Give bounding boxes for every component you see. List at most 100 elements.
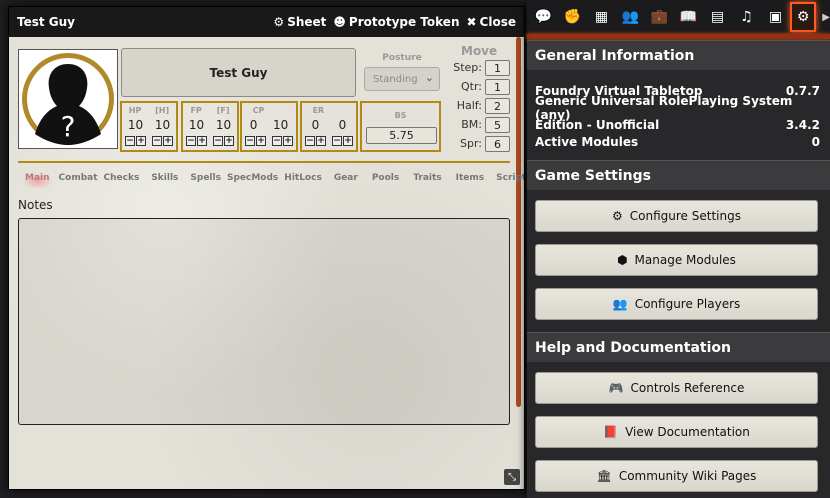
stat-label: BS [394,111,407,120]
configure-players-button[interactable]: 👥 Configure Players [535,288,818,320]
stat-fp: FP [F] 10 10 − + − + [181,101,239,152]
plus-button[interactable]: + [136,136,146,146]
gear-icon: ⚙ [273,15,285,29]
plus-button[interactable]: + [316,136,326,146]
items-suitcase-icon: 💼 [650,9,669,25]
minus-button[interactable]: − [245,136,255,146]
minus-button[interactable]: − [272,136,282,146]
plus-button[interactable]: + [283,136,293,146]
character-portrait[interactable]: ? [18,49,118,149]
minus-button[interactable]: − [332,136,342,146]
controls-reference-button[interactable]: 🎮 Controls Reference [535,372,818,404]
plus-button[interactable]: + [256,136,266,146]
basic-speed-value[interactable]: 5.75 [366,127,437,144]
stat-value[interactable]: 10 [189,118,204,132]
section-game-settings: Game Settings [527,160,830,190]
sidebar-tab-tables[interactable]: ▤ [703,2,732,32]
stat-value[interactable]: 0 [250,118,258,132]
tab-spells[interactable]: Spells [190,173,221,189]
sidebar-tab-items[interactable]: 💼 [645,2,674,32]
journal-book-icon: 📖 [679,9,698,25]
sheet-header[interactable]: Test Guy ⚙ Sheet ☻ Prototype Token ✖ Clo… [9,7,524,37]
minus-button[interactable]: − [305,136,315,146]
minus-button[interactable]: − [186,136,196,146]
tab-gear[interactable]: Gear [334,173,358,189]
move-row-step: Step: 1 [449,59,510,76]
plus-button[interactable]: + [343,136,353,146]
manage-modules-button[interactable]: ⬢ Manage Modules [535,244,818,276]
sidebar-tab-chat[interactable]: 💬 [529,2,558,32]
tab-hitlocs[interactable]: HitLocs [284,173,322,189]
move-label: Step: [453,61,482,74]
tab-pools[interactable]: Pools [372,173,399,189]
view-documentation-button[interactable]: 📕 View Documentation [535,416,818,448]
configure-settings-button[interactable]: ⚙ Configure Settings [535,200,818,232]
close-button[interactable]: ✖ Close [466,15,516,29]
minus-button[interactable]: − [152,136,162,146]
info-row: Generic Universal RolePlaying System (an… [535,94,820,122]
move-row-qtr: Qtr: 1 [449,78,510,95]
stat-value[interactable]: 10 [155,118,170,132]
prototype-token-button[interactable]: ☻ Prototype Token [333,15,459,29]
sidebar-tab-actors[interactable]: 👥 [616,2,645,32]
sheet-button[interactable]: ⚙ Sheet [273,15,326,29]
gamepad-icon: 🎮 [608,381,624,395]
plus-button[interactable]: + [224,136,234,146]
button-label: Community Wiki Pages [618,469,757,483]
posture-select[interactable]: Standing ⌄ [364,67,440,91]
tab-scripts[interactable]: Scripts [496,173,524,189]
sheet-body: ? Test Guy Posture Standing ⌄ Move Step:… [9,37,524,489]
sheet-scrollbar[interactable] [516,37,521,407]
info-row: Active Modules 0 [535,133,820,150]
close-icon: ✖ [466,15,477,29]
minus-button[interactable]: − [213,136,223,146]
collapse-sidebar-icon[interactable]: ▶ [822,12,830,23]
resize-handle-icon[interactable]: ⤡ [504,469,520,485]
move-label: Half: [456,99,482,112]
tab-combat[interactable]: Combat [59,173,98,189]
button-label: Configure Players [634,297,741,311]
stat-cp: CP 0 10 − + − + [240,101,298,152]
sidebar: 💬 ✊ ▦ 👥 💼 📖 ▤ ♫ ▣ ⚙ ▶ General Informatio… [527,0,830,498]
sidebar-tab-journal[interactable]: 📖 [674,2,703,32]
stat-label: [H] [155,106,170,115]
university-icon: 🏛 [596,469,612,483]
tab-main[interactable]: Main [22,173,53,189]
tab-skills[interactable]: Skills [151,173,178,189]
stat-bs: BS 5.75 [360,101,441,152]
stat-value[interactable]: 10 [273,118,288,132]
close-label: Close [479,15,516,29]
move-row-half: Half: 2 [449,97,510,114]
map-icon: ▦ [594,9,609,25]
plus-button[interactable]: + [163,136,173,146]
stat-label: FP [190,106,202,115]
plus-button[interactable]: + [197,136,207,146]
sidebar-tab-compendium[interactable]: ▣ [761,2,790,32]
tables-icon: ▤ [710,9,725,25]
move-label: BM: [461,118,482,131]
sidebar-tab-scenes[interactable]: ▦ [587,2,616,32]
notes-textarea[interactable] [18,218,510,425]
stat-value[interactable]: 0 [339,118,347,132]
stat-value[interactable]: 10 [216,118,231,132]
sidebar-tab-settings[interactable]: ⚙ [790,2,817,32]
stat-value[interactable]: 0 [312,118,320,132]
tab-items[interactable]: Items [456,173,485,189]
sidebar-tab-combat[interactable]: ✊ [558,2,587,32]
move-value: 2 [485,97,510,114]
tab-traits[interactable]: Traits [413,173,441,189]
sidebar-tab-playlists[interactable]: ♫ [732,2,761,32]
info-value: 3.4.2 [785,117,820,132]
character-name-field[interactable]: Test Guy [121,48,356,97]
stat-value[interactable]: 10 [128,118,143,132]
tab-checks[interactable]: Checks [104,173,140,189]
prototype-token-label: Prototype Token [348,15,460,29]
community-wiki-button[interactable]: 🏛 Community Wiki Pages [535,460,818,492]
tab-specmods[interactable]: SpecMods [227,173,278,189]
chevron-down-icon: ⌄ [424,71,434,84]
notes-label: Notes [18,198,53,212]
minus-button[interactable]: − [125,136,135,146]
settings-cogs-icon: ⚙ [796,9,810,25]
user-circle-icon: ☻ [333,15,346,29]
compendium-icon: ▣ [768,9,783,25]
